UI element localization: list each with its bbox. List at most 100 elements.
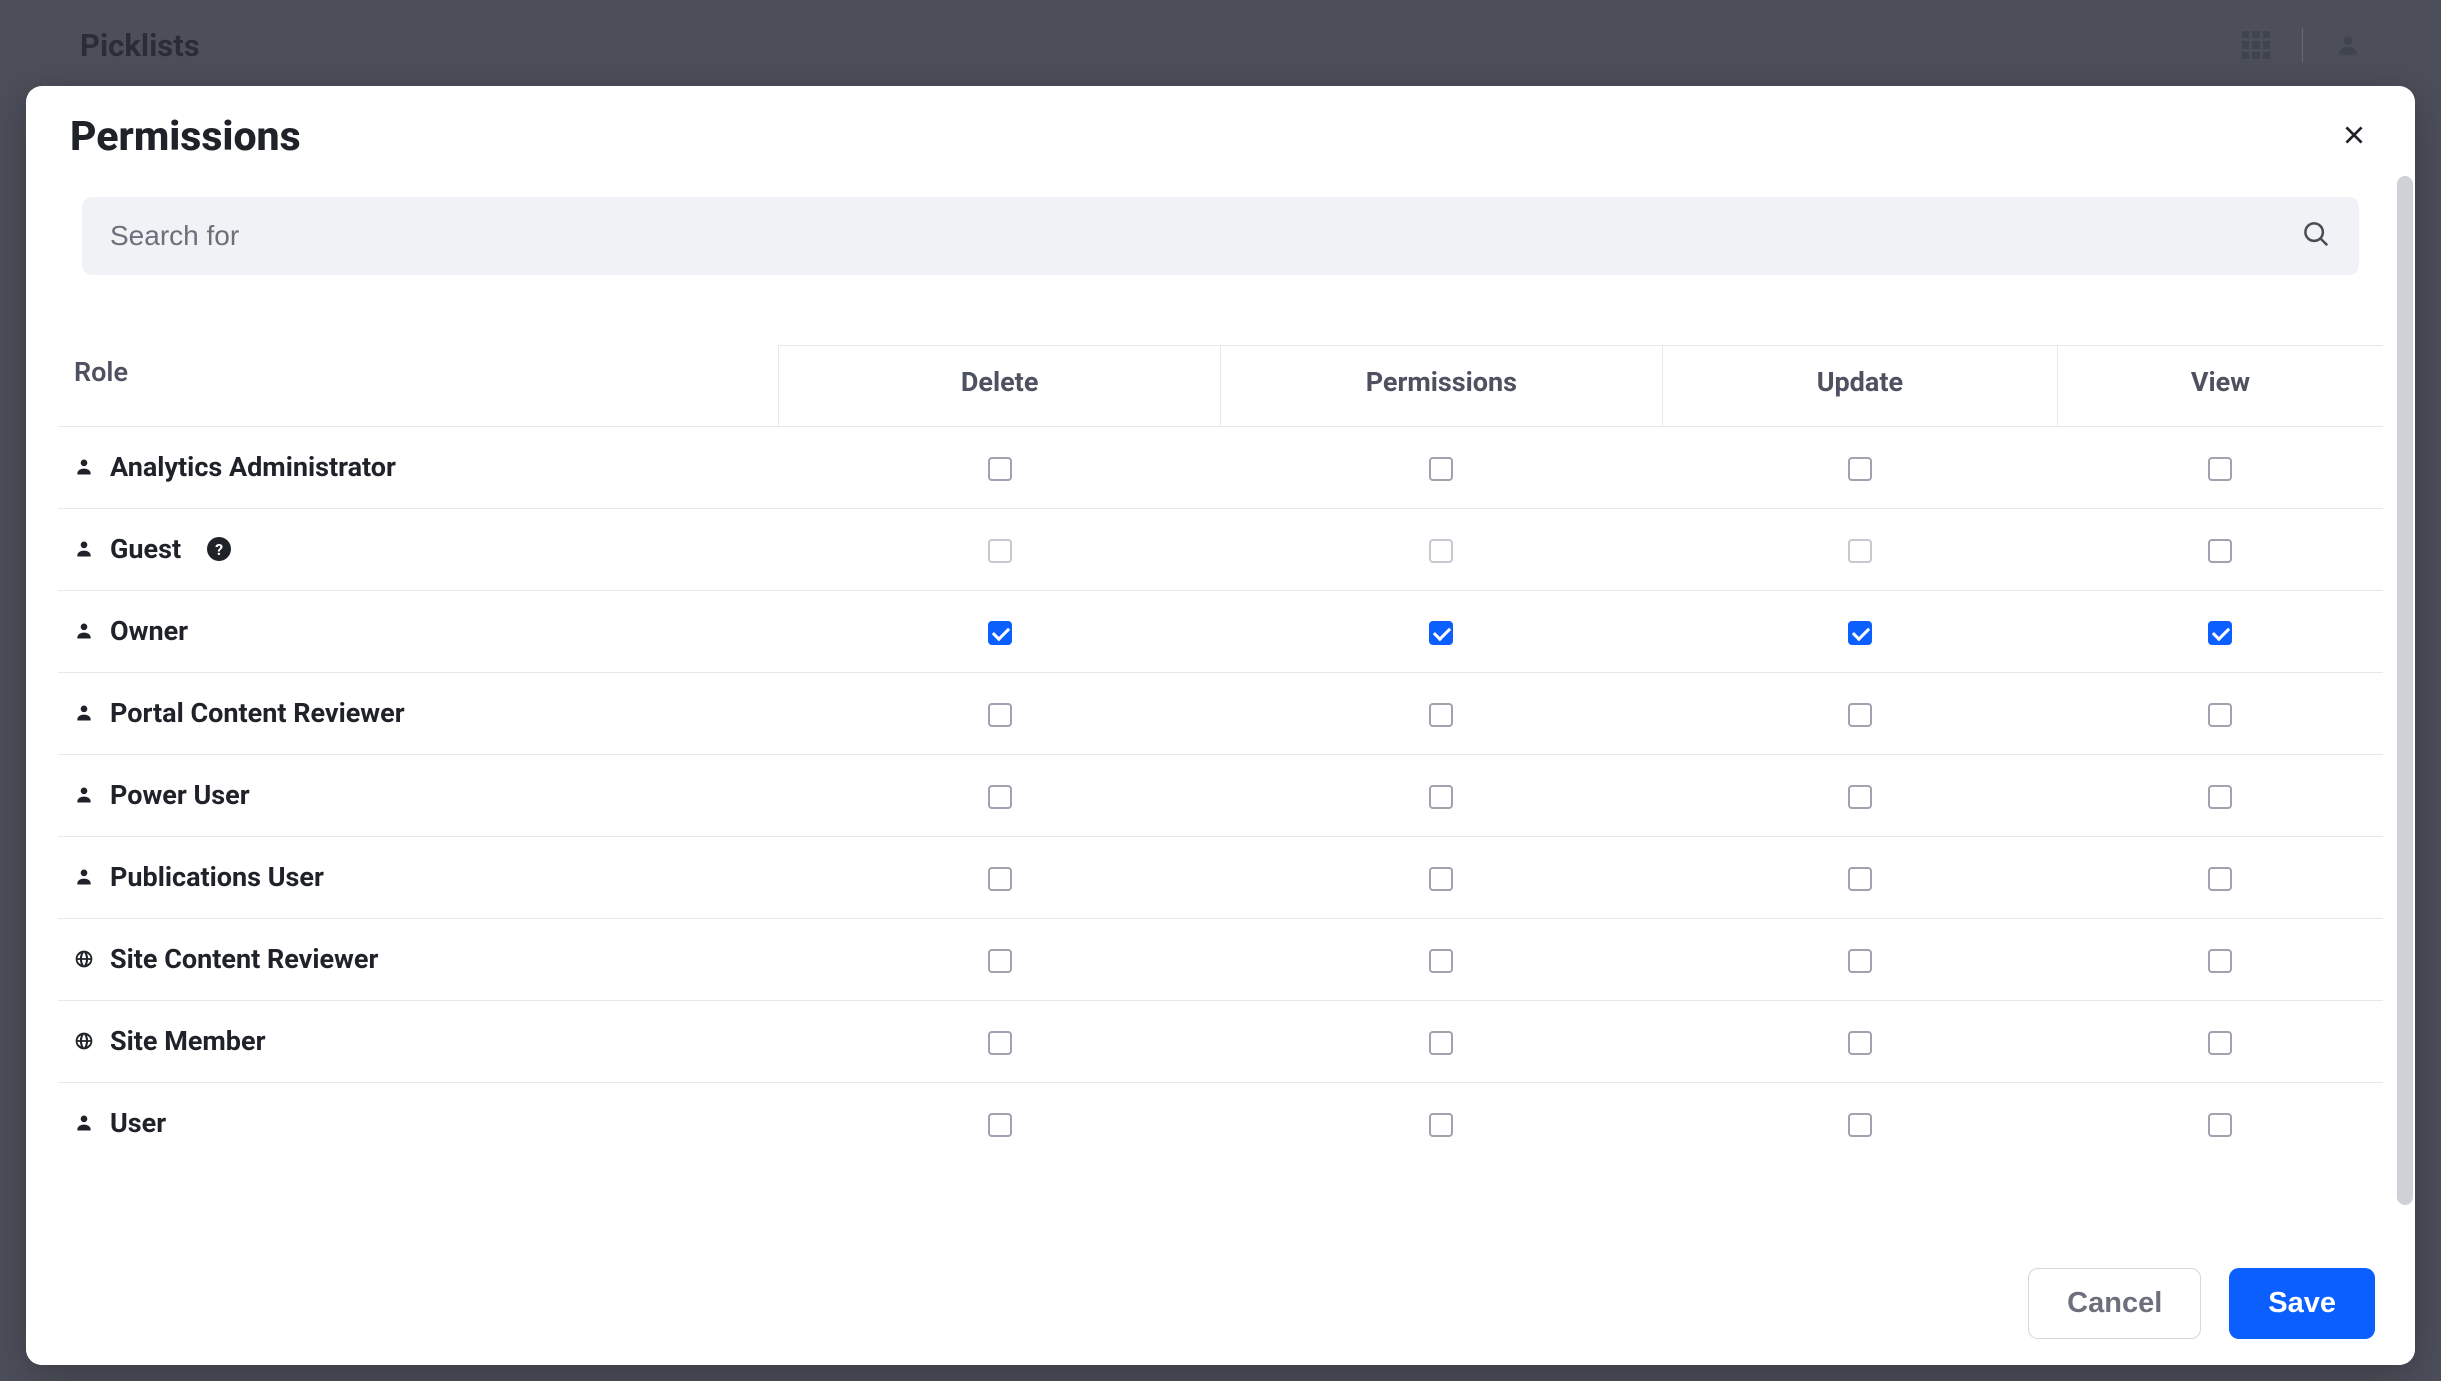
role-name: Portal Content Reviewer (110, 697, 405, 729)
checkbox-view[interactable] (2208, 949, 2232, 973)
cell-permissions (1221, 837, 1663, 919)
checkbox-delete[interactable] (988, 457, 1012, 481)
checkbox-delete[interactable] (988, 1113, 1012, 1137)
globe-icon (74, 949, 94, 969)
cell-update (1662, 1001, 2057, 1083)
cell-view (2058, 509, 2384, 591)
role-cell: Guest? (58, 509, 779, 591)
cell-delete (779, 509, 1221, 591)
scrollbar[interactable] (2397, 176, 2413, 1205)
checkbox-permissions[interactable] (1429, 621, 1453, 645)
checkbox-update[interactable] (1848, 867, 1872, 891)
role-cell: Publications User (58, 837, 779, 919)
checkbox-update (1848, 539, 1872, 563)
table-row: Owner (58, 591, 2383, 673)
save-button[interactable]: Save (2229, 1268, 2375, 1339)
checkbox-view[interactable] (2208, 703, 2232, 727)
checkbox-update[interactable] (1848, 703, 1872, 727)
role-cell: Site Member (58, 1001, 779, 1083)
checkbox-update[interactable] (1848, 785, 1872, 809)
cell-update (1662, 509, 2057, 591)
cell-update (1662, 837, 2057, 919)
role-cell: Owner (58, 591, 779, 673)
checkbox-update[interactable] (1848, 621, 1872, 645)
user-icon (74, 539, 94, 559)
checkbox-update[interactable] (1848, 1031, 1872, 1055)
checkbox-view[interactable] (2208, 1031, 2232, 1055)
cell-permissions (1221, 427, 1663, 509)
cell-permissions (1221, 673, 1663, 755)
checkbox-delete[interactable] (988, 703, 1012, 727)
search-icon[interactable] (2301, 219, 2331, 253)
modal-body: Role Delete Permissions Update View Anal… (26, 169, 2415, 1245)
user-icon (74, 621, 94, 641)
table-row: Site Content Reviewer (58, 919, 2383, 1001)
table-row: Guest? (58, 509, 2383, 591)
search-input[interactable] (110, 220, 2301, 252)
checkbox-permissions[interactable] (1429, 949, 1453, 973)
role-cell: Portal Content Reviewer (58, 673, 779, 755)
user-icon (74, 867, 94, 887)
col-view[interactable]: View (2058, 346, 2384, 427)
role-name: Owner (110, 615, 188, 647)
checkbox-permissions[interactable] (1429, 867, 1453, 891)
role-name: User (110, 1107, 166, 1139)
user-icon (74, 1113, 94, 1133)
close-button[interactable] (2331, 112, 2377, 161)
col-permissions[interactable]: Permissions (1221, 346, 1663, 427)
checkbox-view[interactable] (2208, 457, 2232, 481)
checkbox-view[interactable] (2208, 1113, 2232, 1137)
cell-update (1662, 755, 2057, 837)
modal-title: Permissions (70, 113, 301, 161)
cell-update (1662, 919, 2057, 1001)
role-cell: Site Content Reviewer (58, 919, 779, 1001)
cell-view (2058, 427, 2384, 509)
close-icon (2341, 122, 2367, 148)
checkbox-permissions[interactable] (1429, 1113, 1453, 1137)
permissions-table: Role Delete Permissions Update View Anal… (58, 345, 2383, 1164)
cancel-button[interactable]: Cancel (2028, 1268, 2201, 1339)
user-icon (74, 785, 94, 805)
role-name: Site Content Reviewer (110, 943, 378, 975)
cell-delete (779, 919, 1221, 1001)
checkbox-update[interactable] (1848, 949, 1872, 973)
user-icon (74, 703, 94, 723)
col-delete[interactable]: Delete (779, 346, 1221, 427)
table-row: Portal Content Reviewer (58, 673, 2383, 755)
role-cell: Analytics Administrator (58, 427, 779, 509)
checkbox-update[interactable] (1848, 1113, 1872, 1137)
checkbox-delete[interactable] (988, 621, 1012, 645)
checkbox-delete[interactable] (988, 785, 1012, 809)
checkbox-permissions[interactable] (1429, 457, 1453, 481)
checkbox-view[interactable] (2208, 867, 2232, 891)
info-icon[interactable]: ? (207, 537, 231, 561)
cell-permissions (1221, 591, 1663, 673)
globe-icon (74, 1031, 94, 1051)
permissions-modal: Permissions Role Delete Permissions Upda… (26, 86, 2415, 1365)
table-row: Publications User (58, 837, 2383, 919)
col-update[interactable]: Update (1662, 346, 2057, 427)
cell-update (1662, 1083, 2057, 1165)
checkbox-view[interactable] (2208, 621, 2232, 645)
role-name: Power User (110, 779, 250, 811)
modal-footer: Cancel Save (26, 1245, 2415, 1365)
checkbox-delete (988, 539, 1012, 563)
col-role: Role (58, 346, 779, 427)
role-cell: User (58, 1083, 779, 1165)
checkbox-delete[interactable] (988, 949, 1012, 973)
cell-view (2058, 1001, 2384, 1083)
checkbox-delete[interactable] (988, 867, 1012, 891)
checkbox-view[interactable] (2208, 539, 2232, 563)
checkbox-update[interactable] (1848, 457, 1872, 481)
role-name: Publications User (110, 861, 324, 893)
search-container (82, 197, 2359, 275)
cell-permissions (1221, 755, 1663, 837)
checkbox-permissions[interactable] (1429, 1031, 1453, 1055)
cell-permissions (1221, 1001, 1663, 1083)
checkbox-view[interactable] (2208, 785, 2232, 809)
checkbox-permissions[interactable] (1429, 703, 1453, 727)
checkbox-permissions (1429, 539, 1453, 563)
cell-delete (779, 673, 1221, 755)
checkbox-delete[interactable] (988, 1031, 1012, 1055)
checkbox-permissions[interactable] (1429, 785, 1453, 809)
